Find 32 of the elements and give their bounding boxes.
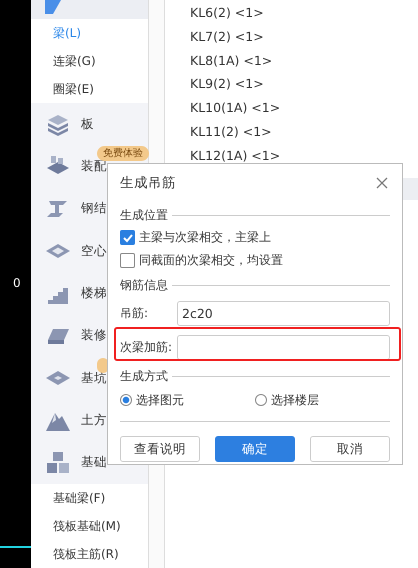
group-label: 基础	[81, 454, 107, 472]
group-label: 板	[81, 116, 94, 133]
slab-icon	[45, 112, 71, 136]
beam-icon	[45, 0, 61, 14]
strip-label: 0	[13, 276, 21, 290]
cubes-icon	[45, 450, 71, 475]
sidebar-group[interactable]: 板	[31, 102, 148, 146]
confirm-button[interactable]: 确定	[215, 436, 295, 462]
group-label: 空心	[81, 242, 107, 260]
beam-list-item[interactable]: KL9(2) <1>	[165, 72, 418, 96]
radio-button[interactable]	[120, 394, 132, 406]
checkbox[interactable]	[120, 253, 135, 268]
input-field[interactable]	[177, 334, 390, 360]
radio-button[interactable]	[255, 394, 267, 406]
dialog-button[interactable]: 查看说明	[120, 436, 200, 462]
beam-list-item[interactable]: KL11(2) <1>	[165, 120, 418, 144]
group-label: 基坑	[81, 370, 107, 387]
close-icon[interactable]	[376, 177, 388, 189]
dialog-button[interactable]: 取消	[310, 436, 390, 462]
beam-list-item[interactable]: KL10(1A) <1>	[165, 96, 418, 120]
group-label: 土方	[81, 412, 107, 430]
input-field[interactable]: 2c20	[177, 300, 390, 326]
beam-list-item[interactable]: KL6(2) <1>	[165, 1, 418, 25]
checkbox[interactable]	[120, 230, 135, 245]
group-label: 钢结	[81, 200, 107, 218]
status-line	[0, 546, 31, 548]
group-label: 楼梯	[81, 285, 107, 302]
radio-label: 选择楼层	[271, 392, 319, 408]
beam-list-item[interactable]: KL7(2) <1>	[165, 24, 418, 49]
trial-badge: 免费体验	[97, 146, 149, 162]
beam-list-item[interactable]: KL8(1A) <1>	[165, 48, 418, 72]
group-label: 装修	[81, 327, 107, 344]
